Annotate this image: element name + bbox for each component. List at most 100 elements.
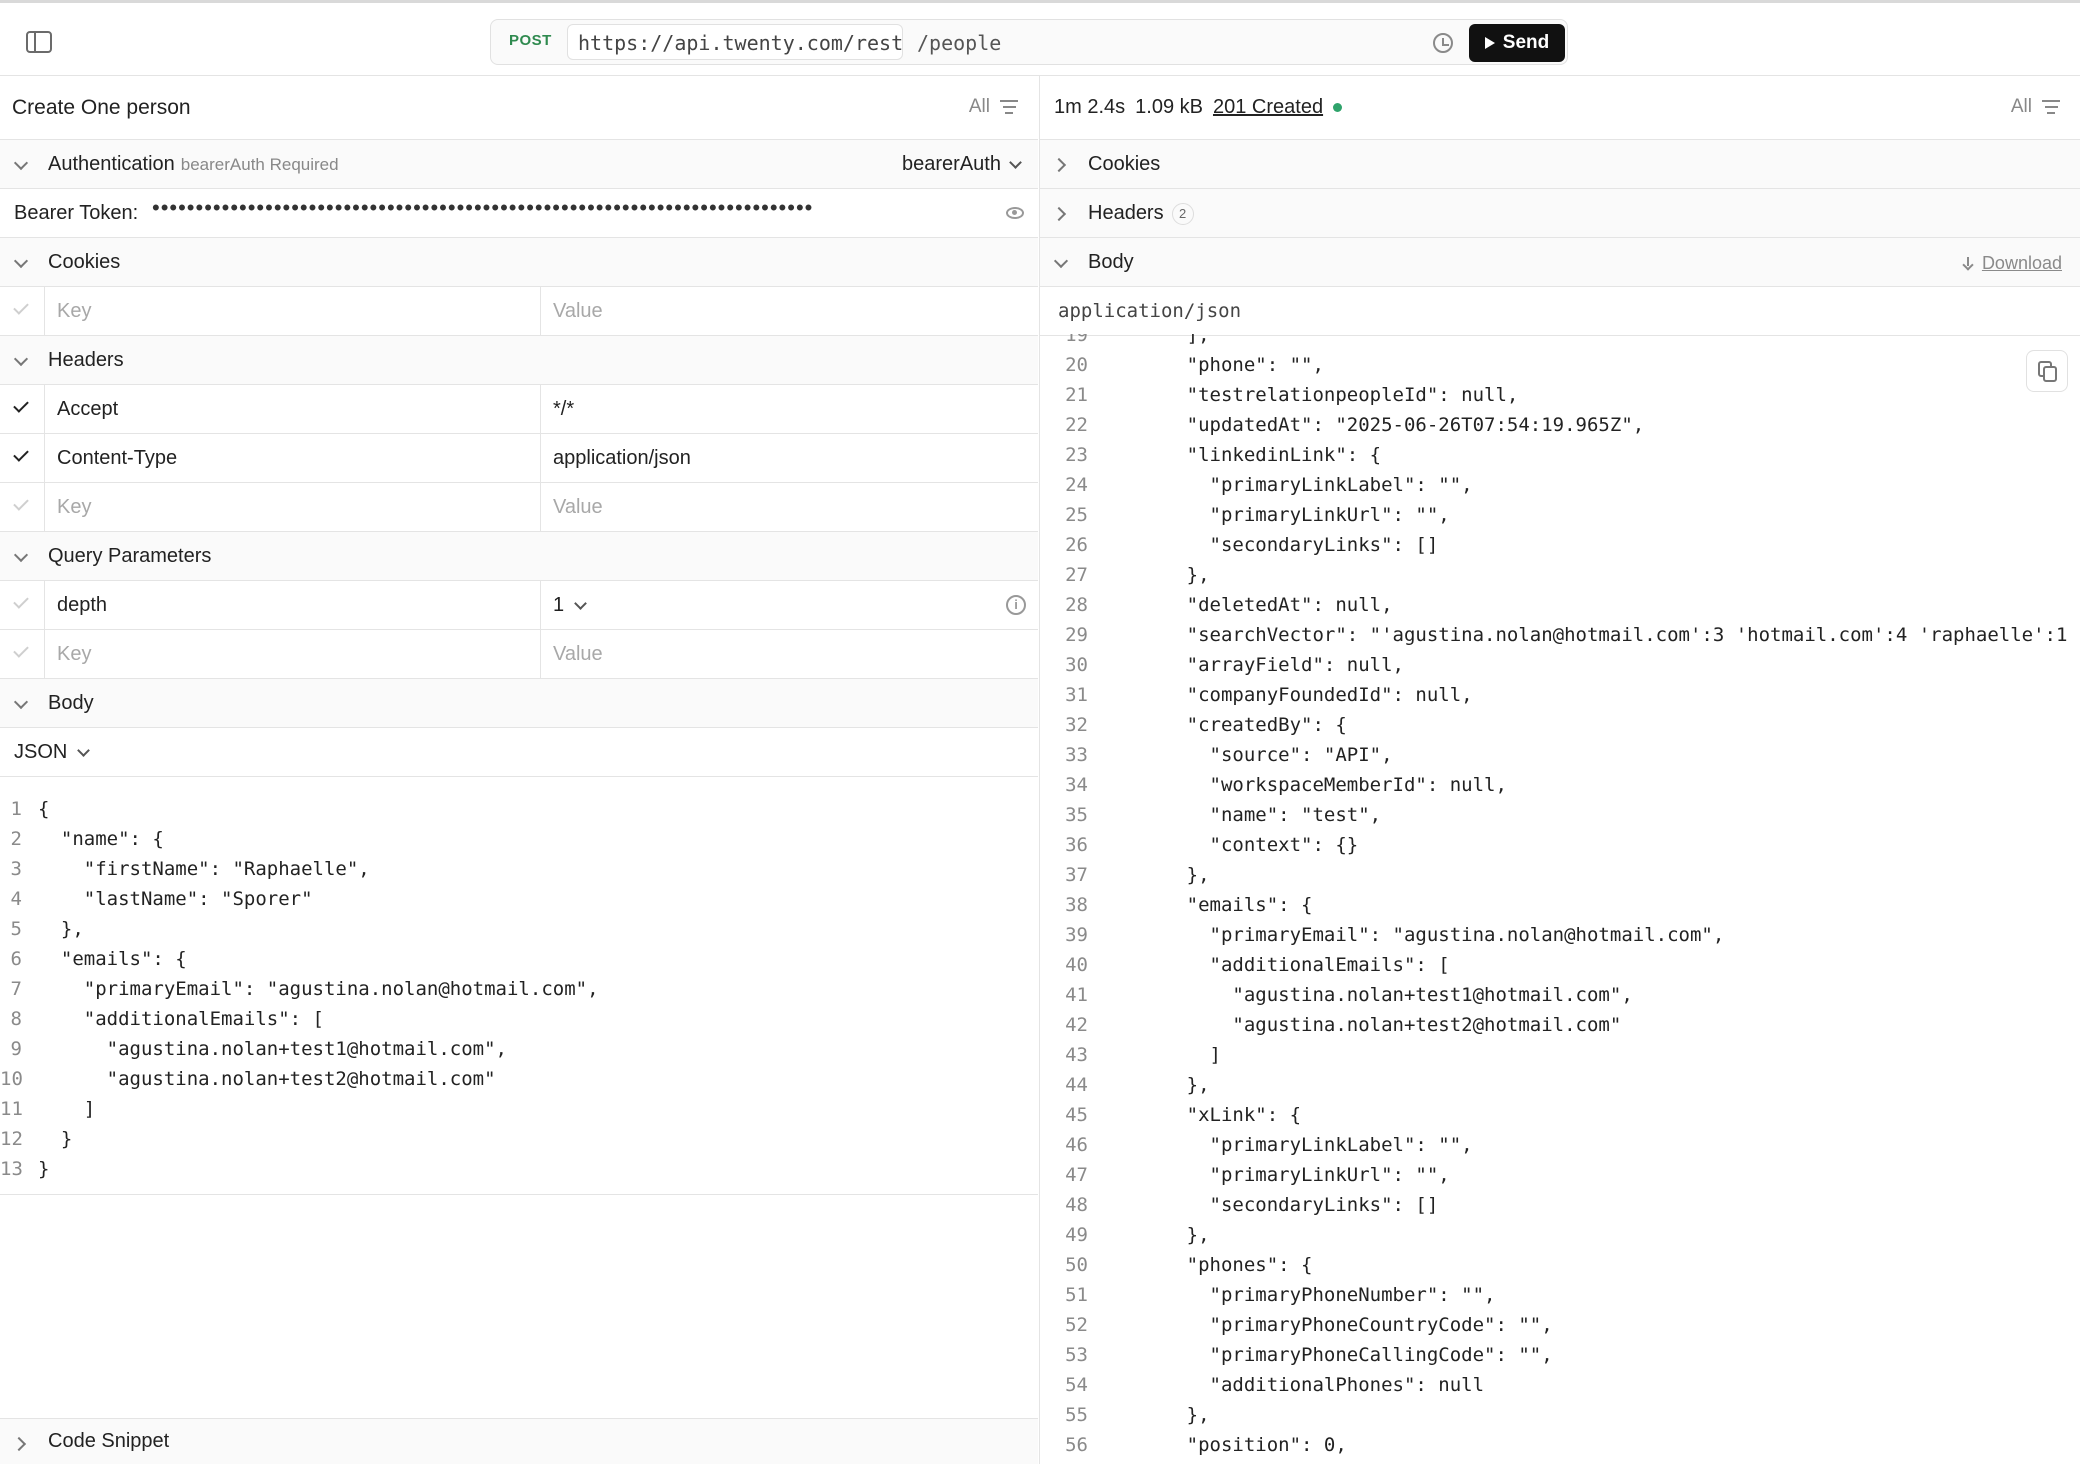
server-url[interactable]: https://api.twenty.com/rest — [567, 24, 903, 60]
code-snippet-section[interactable]: Code Snippet — [0, 1418, 1038, 1464]
check-icon[interactable] — [13, 397, 29, 413]
query-parameters-title: Query Parameters — [48, 545, 212, 567]
line-number: 27 — [1065, 564, 1088, 586]
header-value-cell[interactable]: */* — [540, 385, 1038, 433]
code-text: }, — [1118, 1404, 1210, 1426]
code-line: 38 "emails": { — [1040, 890, 2080, 920]
request-header: Create One person All — [0, 76, 1038, 140]
request-filter[interactable]: All — [969, 96, 1018, 118]
depth-value: 1 — [553, 594, 565, 616]
authentication-section[interactable]: Authentication bearerAuth Required bearer… — [0, 140, 1038, 189]
line-number: 53 — [1065, 1344, 1088, 1366]
response-status[interactable]: 201 Created — [1213, 96, 1323, 119]
query-value-input[interactable]: Value — [553, 643, 603, 666]
send-button[interactable]: Send — [1469, 24, 1565, 62]
code-text: "additionalEmails": [ — [38, 1008, 324, 1030]
code-text: "source": "API", — [1118, 744, 1393, 766]
query-key-cell[interactable]: Key — [44, 630, 540, 678]
code-line: 25 "primaryLinkUrl": "", — [1040, 500, 2080, 530]
bearer-token-label: Bearer Token: — [14, 202, 139, 224]
line-number: 56 — [1065, 1434, 1088, 1456]
request-path[interactable]: /people — [917, 31, 1001, 55]
header-key-cell[interactable]: Key — [44, 483, 540, 531]
check-icon[interactable] — [13, 495, 29, 511]
code-text: }, — [1118, 1074, 1210, 1096]
cookie-key-input[interactable]: Key — [57, 300, 91, 323]
bearer-token-input[interactable]: ••••••••••••••••••••••••••••••••••••••••… — [152, 195, 992, 225]
line-number: 46 — [1065, 1134, 1088, 1156]
depth-select[interactable]: 1 — [553, 594, 587, 617]
authentication-title: Authentication bearerAuth Required — [48, 153, 339, 176]
header-key[interactable]: Content-Type — [57, 447, 177, 470]
body-type-select[interactable]: JSON — [14, 741, 91, 764]
http-method[interactable]: POST — [509, 32, 552, 49]
send-label: Send — [1502, 32, 1550, 53]
line-number: 40 — [1065, 954, 1088, 976]
filter-icon — [1000, 100, 1018, 114]
response-cookies-section[interactable]: Cookies — [1040, 140, 2080, 189]
header-value[interactable]: application/json — [553, 447, 691, 470]
code-line: 11 ] — [0, 1094, 1038, 1124]
chevron-down-icon — [77, 743, 91, 757]
line-number: 32 — [1065, 714, 1088, 736]
response-filter[interactable]: All — [2011, 96, 2060, 118]
response-body-section[interactable]: Body Download — [1040, 238, 2080, 287]
response-headers-section[interactable]: Headers 2 — [1040, 189, 2080, 238]
header-value-input[interactable]: Value — [553, 496, 603, 519]
body-section[interactable]: Body — [0, 679, 1038, 728]
code-line: 56 "position": 0, — [1040, 1430, 2080, 1460]
line-number: 4 — [10, 888, 22, 910]
code-text: }, — [1118, 1224, 1210, 1246]
code-line: 5 }, — [0, 914, 1038, 944]
header-key[interactable]: Accept — [57, 398, 118, 421]
code-line: 12 } — [0, 1124, 1038, 1154]
headers-title: Headers — [48, 349, 124, 371]
line-number: 35 — [1065, 804, 1088, 826]
response-body-viewer[interactable]: 19 ], 20 "phone": "", 21 "testrelationpeop… — [1040, 334, 2080, 1464]
cookies-section[interactable]: Cookies — [0, 238, 1038, 287]
code-text: ] — [1118, 1044, 1221, 1066]
code-line: 3 "firstName": "Raphaelle", — [0, 854, 1038, 884]
header-key-cell[interactable]: Accept — [44, 385, 540, 433]
header-value[interactable]: */* — [553, 398, 574, 421]
check-icon[interactable] — [13, 446, 29, 462]
auth-scheme-select[interactable]: bearerAuth — [902, 153, 1022, 176]
info-icon[interactable]: i — [1006, 595, 1026, 615]
check-icon[interactable] — [13, 593, 29, 609]
code-line: 10 "agustina.nolan+test2@hotmail.com" — [0, 1064, 1038, 1094]
header-value-cell[interactable]: Value — [540, 483, 1038, 531]
code-text: "agustina.nolan+test1@hotmail.com", — [1118, 984, 1633, 1006]
query-parameters-section[interactable]: Query Parameters — [0, 532, 1038, 581]
headers-section[interactable]: Headers — [0, 336, 1038, 385]
cookie-value-cell[interactable]: Value — [540, 287, 1038, 335]
check-icon[interactable] — [13, 642, 29, 658]
cookie-value-input[interactable]: Value — [553, 300, 603, 323]
header-key-cell[interactable]: Content-Type — [44, 434, 540, 482]
header-value-cell[interactable]: application/json — [540, 434, 1038, 482]
code-text: "arrayField": null, — [1118, 654, 1404, 676]
line-number: 23 — [1065, 444, 1088, 466]
request-body-editor[interactable]: 1{2 "name": {3 "firstName": "Raphaelle",… — [0, 784, 1038, 1195]
query-param-row: depth 1 i — [0, 581, 1038, 630]
header-row: Accept */* — [0, 385, 1038, 434]
body-type-row: JSON — [0, 728, 1038, 777]
query-param-row-empty: Key Value — [0, 630, 1038, 679]
query-value-cell[interactable]: Value — [540, 630, 1038, 678]
query-key-input[interactable]: Key — [57, 643, 91, 666]
chevron-down-icon — [13, 547, 29, 563]
code-text: "emails": { — [1118, 894, 1313, 916]
header-key-input[interactable]: Key — [57, 496, 91, 519]
response-size: 1.09 kB — [1135, 96, 1203, 118]
header-row-empty: Key Value — [0, 483, 1038, 532]
history-icon[interactable] — [1433, 33, 1453, 53]
code-text: "workspaceMemberId": null, — [1118, 774, 1507, 796]
sidebar-toggle-icon[interactable] — [26, 31, 52, 53]
query-key-cell: depth — [44, 581, 540, 629]
check-icon[interactable] — [13, 299, 29, 315]
download-label: Download — [1981, 253, 2062, 273]
copy-button[interactable] — [2026, 350, 2068, 392]
cookie-key-cell[interactable]: Key — [44, 287, 540, 335]
eye-icon[interactable] — [1006, 207, 1024, 219]
download-button[interactable]: Download — [1962, 253, 2062, 274]
headers-count-badge: 2 — [1171, 202, 1194, 225]
